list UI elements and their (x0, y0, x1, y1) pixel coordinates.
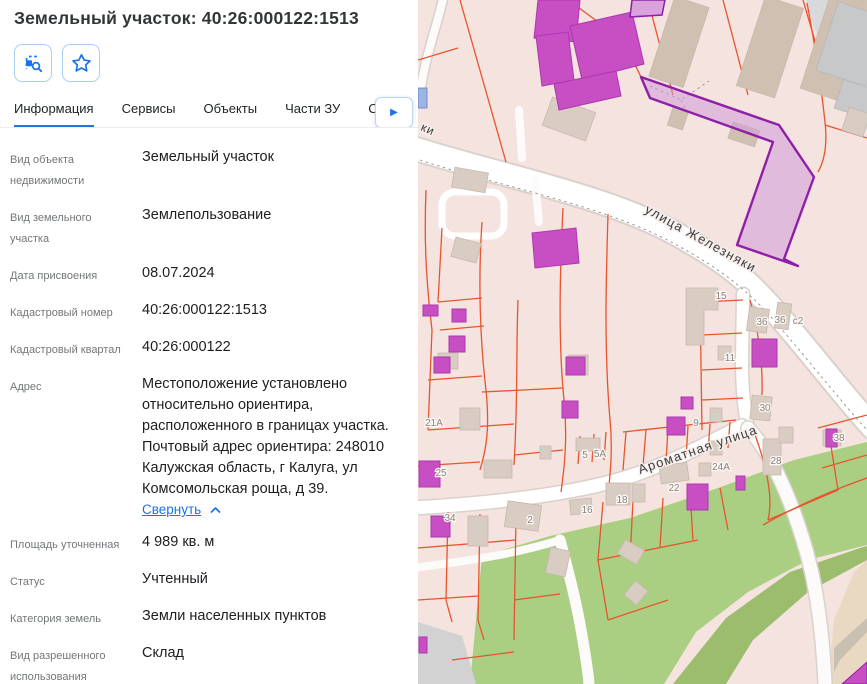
parcel-number: 16 (581, 505, 593, 516)
field-row: Статус Учтенный (10, 569, 406, 593)
field-label: Площадь уточненная (10, 532, 142, 556)
tab-objects[interactable]: Объекты (203, 101, 257, 127)
field-label: Кадастровый номер (10, 300, 142, 324)
field-value: Земли населенных пунктов (142, 606, 326, 630)
field-label: Вид разрешенного использования (10, 643, 142, 684)
field-row: Дата присвоения 08.07.2024 (10, 263, 406, 287)
map-canvas[interactable]: улица Железняки Ароматная улица ки 15 36… (418, 0, 867, 684)
parcel-number: 34 (444, 513, 456, 524)
parcel-number: 5 (582, 450, 588, 461)
field-value: Учтенный (142, 569, 208, 593)
parcel-number: 2 (527, 515, 533, 526)
locate-on-map-button[interactable] (14, 44, 52, 82)
field-value: 08.07.2024 (142, 263, 215, 287)
field-value: Местоположение установлено относительно … (142, 374, 406, 500)
field-label: Кадастровый квартал (10, 337, 142, 361)
parcel-number: 30 (759, 403, 771, 414)
parcel-number: 18 (616, 495, 628, 506)
field-row: Площадь уточненная 4 989 кв. м (10, 532, 406, 556)
toolbar (14, 44, 404, 82)
field-value: 40:26:000122 (142, 337, 231, 361)
field-row: Категория земель Земли населенных пункто… (10, 606, 406, 630)
field-row: Кадастровый квартал 40:26:000122 (10, 337, 406, 361)
field-label: Адрес (10, 374, 142, 519)
field-row: Вид объекта недвижимости Земельный участ… (10, 147, 406, 192)
field-row: Вид разрешенного использования Склад (10, 643, 406, 684)
parcel-number: 36 (774, 315, 786, 326)
cadastral-app: Земельный участок: 40:26:000122:1513 Инф… (0, 0, 867, 684)
info-panel: Земельный участок: 40:26:000122:1513 Инф… (0, 0, 418, 684)
field-value: Землепользование (142, 205, 271, 250)
attributes-list: Вид объекта недвижимости Земельный участ… (0, 128, 418, 684)
field-label: Категория земель (10, 606, 142, 630)
favorite-button[interactable] (62, 44, 100, 82)
field-value: Склад (142, 643, 184, 684)
parcel-number: с2 (793, 316, 804, 327)
parcel-number: 15 (715, 291, 727, 302)
field-label: Вид земельного участка (10, 205, 142, 250)
tab-information[interactable]: Информация (14, 101, 94, 127)
parcel-number: 21А (425, 418, 443, 429)
select-area-search-icon (23, 53, 43, 73)
parcel-number: 22 (668, 483, 680, 494)
parcel-number: 11 (725, 353, 736, 364)
parcel-number: 24А (712, 462, 730, 473)
triangle-right-icon: ▶ (390, 107, 398, 118)
field-row: Кадастровый номер 40:26:000122:1513 (10, 300, 406, 324)
page-title: Земельный участок: 40:26:000122:1513 (14, 8, 404, 29)
chevron-up-icon (210, 506, 221, 514)
parcel-number: 25 (435, 468, 447, 479)
parcel-number: 9 (693, 418, 699, 429)
field-label: Дата присвоения (10, 263, 142, 287)
tab-services[interactable]: Сервисы (122, 101, 176, 127)
field-row: Вид земельного участка Землепользование (10, 205, 406, 250)
field-value: Земельный участок (142, 147, 274, 192)
collapse-link-label: Свернуть (142, 502, 201, 517)
field-value: 40:26:000122:1513 (142, 300, 267, 324)
tab-parcel-parts[interactable]: Части ЗУ (285, 101, 340, 127)
parcel-number: 38 (833, 433, 845, 444)
field-label: Статус (10, 569, 142, 593)
tabs-scroll-right-button[interactable]: ▶ (375, 97, 413, 128)
collapse-link[interactable]: Свернуть (142, 502, 221, 517)
field-value: 4 989 кв. м (142, 532, 214, 556)
parcel-number: 5А (594, 449, 607, 460)
tab-bar: Информация Сервисы Объекты Части ЗУ Сост… (0, 95, 418, 128)
blue-parcel (418, 88, 427, 108)
field-label: Вид объекта недвижимости (10, 147, 142, 192)
field-row-address: Адрес Местоположение установлено относит… (10, 374, 406, 519)
parcel-number: 28 (770, 456, 782, 467)
star-icon (71, 53, 92, 73)
misc-features-layer (418, 88, 427, 108)
parcel-number: 36 (756, 317, 768, 328)
